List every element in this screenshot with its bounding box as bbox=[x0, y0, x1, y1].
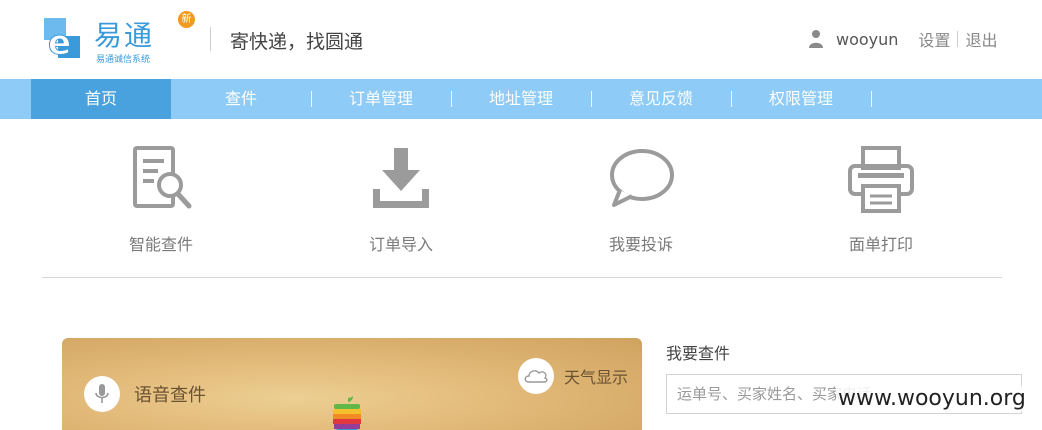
header-link-divider bbox=[957, 31, 959, 47]
nav-orders[interactable]: 订单管理 bbox=[311, 79, 451, 119]
logo-name: 易通 bbox=[94, 19, 155, 52]
nav-addresses[interactable]: 地址管理 bbox=[451, 79, 591, 119]
quick-actions: 智能查件 订单导入 我要投诉 面单打印 bbox=[0, 119, 1042, 277]
slogan-divider bbox=[210, 27, 211, 51]
printer-icon bbox=[848, 146, 914, 213]
quick-action-complaint[interactable]: 我要投诉 bbox=[571, 145, 711, 255]
quick-action-label: 订单导入 bbox=[368, 235, 433, 254]
settings-link[interactable]: 设置 bbox=[918, 27, 950, 51]
weather-label: 天气显示 bbox=[564, 368, 629, 387]
page: e 易通 易通诚信系统 新 寄快递，找圆通 wooyun 设置 退出 首页 查件… bbox=[0, 0, 1042, 430]
quick-action-smart-track[interactable]: 智能查件 bbox=[91, 145, 231, 255]
logout-link[interactable]: 退出 bbox=[965, 27, 997, 51]
nav-permissions[interactable]: 权限管理 bbox=[731, 79, 871, 119]
quick-action-print[interactable]: 面单打印 bbox=[811, 145, 951, 255]
quick-action-label: 面单打印 bbox=[848, 235, 913, 254]
quick-action-order-import[interactable]: 订单导入 bbox=[331, 145, 471, 255]
svg-text:e: e bbox=[48, 23, 71, 60]
cloud-icon bbox=[518, 358, 554, 394]
user-icon bbox=[809, 30, 823, 48]
weather-button[interactable]: 天气显示 bbox=[518, 358, 628, 394]
microphone-icon bbox=[84, 376, 120, 412]
logo[interactable]: e 易通 易通诚信系统 新 bbox=[42, 11, 195, 65]
voice-search-button[interactable]: 语音查件 bbox=[84, 376, 206, 412]
new-badge: 新 bbox=[178, 11, 195, 28]
speech-bubble-icon bbox=[610, 149, 674, 207]
quick-action-label: 我要投诉 bbox=[608, 235, 673, 254]
quick-action-label: 智能查件 bbox=[128, 235, 193, 254]
banner: 语音查件 天气显示 bbox=[62, 338, 642, 430]
download-icon bbox=[373, 148, 429, 208]
search-title: 我要查件 bbox=[666, 344, 731, 363]
slogan: 寄快递，找圆通 bbox=[230, 31, 364, 53]
apple-logo-icon bbox=[333, 396, 361, 430]
document-search-icon bbox=[133, 146, 192, 209]
nav-divider bbox=[871, 91, 872, 107]
nav-feedback[interactable]: 意见反馈 bbox=[591, 79, 731, 119]
nav-track[interactable]: 查件 bbox=[171, 79, 311, 119]
username[interactable]: wooyun bbox=[836, 30, 898, 49]
user-area: wooyun 设置 退出 bbox=[808, 28, 997, 50]
main-nav: 首页 查件 订单管理 地址管理 意见反馈 权限管理 bbox=[0, 79, 1042, 119]
watermark: www.wooyun.org bbox=[836, 386, 1028, 411]
logo-subtitle: 易通诚信系统 bbox=[96, 55, 151, 65]
nav-home[interactable]: 首页 bbox=[31, 79, 171, 119]
voice-search-label: 语音查件 bbox=[134, 385, 206, 406]
header: e 易通 易通诚信系统 新 寄快递，找圆通 wooyun 设置 退出 bbox=[0, 0, 1042, 79]
section-divider bbox=[42, 277, 1002, 278]
logo-e-icon: e bbox=[42, 16, 82, 60]
